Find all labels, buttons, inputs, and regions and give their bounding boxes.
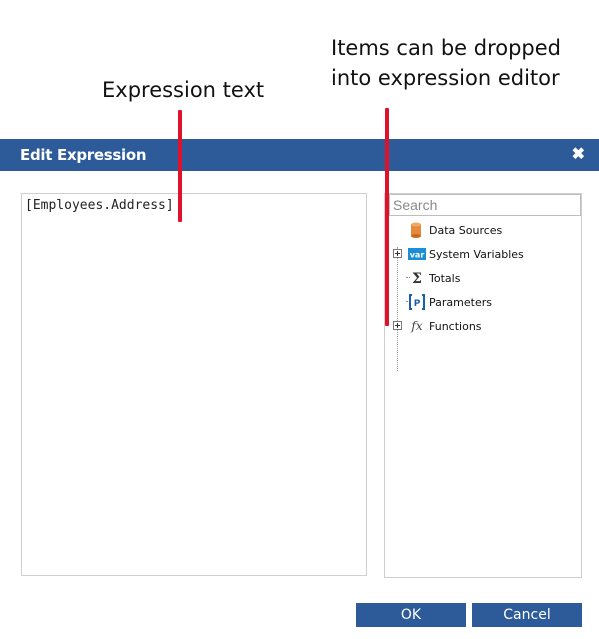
tree-item-label: Parameters xyxy=(429,296,492,309)
annotation-pointer-line-expression xyxy=(178,110,182,222)
search-input[interactable] xyxy=(389,194,581,216)
expression-editor[interactable]: [Employees.Address] xyxy=(21,193,367,576)
annotation-drop-note-line1: Items can be dropped xyxy=(331,36,562,60)
svg-text:Σ: Σ xyxy=(412,271,422,286)
tree-item-label: System Variables xyxy=(429,248,524,261)
close-icon[interactable]: ✖ xyxy=(572,144,585,164)
fx-icon: fx xyxy=(408,318,426,334)
tree-item-data-sources[interactable]: Data Sources xyxy=(385,219,581,241)
annotation-pointer-line-drop xyxy=(385,108,389,326)
expand-icon[interactable] xyxy=(393,249,402,258)
parameters-icon: P xyxy=(408,294,426,310)
ok-button[interactable]: OK xyxy=(356,603,466,627)
expression-text[interactable]: [Employees.Address] xyxy=(25,198,174,213)
tree-item-label: Totals xyxy=(429,272,461,285)
cancel-button[interactable]: Cancel xyxy=(472,603,582,627)
annotation-drop-note-line2: into expression editor xyxy=(331,66,560,90)
dialog-title: Edit Expression xyxy=(20,146,147,164)
annotation-drop-note: Items can be dropped into expression edi… xyxy=(331,33,561,93)
tree-item-parameters[interactable]: P Parameters xyxy=(385,291,581,313)
var-icon: var xyxy=(408,246,426,262)
svg-text:fx: fx xyxy=(410,319,422,333)
tree-item-functions[interactable]: fx Functions xyxy=(385,315,581,337)
tree-item-system-variables[interactable]: var System Variables xyxy=(385,243,581,265)
dialog-header: Edit Expression ✖ xyxy=(0,139,599,171)
database-icon xyxy=(408,222,426,238)
tree-item-label: Functions xyxy=(429,320,482,333)
annotation-expression-text: Expression text xyxy=(102,78,265,102)
items-tree-panel: Data Sources var System Variables Σ Tota… xyxy=(384,193,582,578)
tree-item-totals[interactable]: Σ Totals xyxy=(385,267,581,289)
svg-text:P: P xyxy=(414,299,421,309)
svg-text:var: var xyxy=(410,251,425,260)
sigma-icon: Σ xyxy=(408,270,426,287)
tree-item-label: Data Sources xyxy=(429,224,503,237)
expand-icon[interactable] xyxy=(393,321,402,330)
